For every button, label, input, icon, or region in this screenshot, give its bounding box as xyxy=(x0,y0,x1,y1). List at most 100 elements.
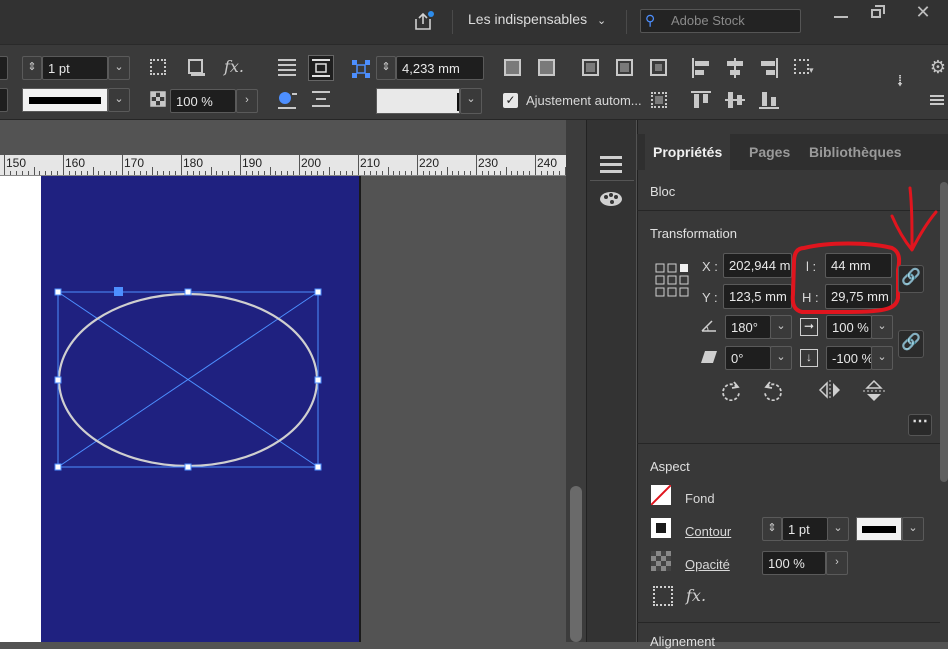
ruler-tick xyxy=(334,171,336,175)
opacity-panel-field[interactable]: 100 % xyxy=(762,551,826,575)
align-to-selection-icon[interactable]: ▾ xyxy=(792,57,814,79)
flip-horizontal-icon[interactable] xyxy=(818,379,842,401)
panel-scrollbar-thumb[interactable] xyxy=(940,182,948,482)
scale-x-field[interactable]: 100 % xyxy=(826,315,872,339)
fit-frame-icon[interactable] xyxy=(502,57,524,79)
ruler-tick xyxy=(245,171,247,175)
scale-x-dropdown[interactable]: ⌄ xyxy=(871,315,893,339)
share-icon[interactable] xyxy=(412,10,434,32)
tab-libraries[interactable]: Bibliothèques xyxy=(801,134,910,170)
fill-none-swatch[interactable] xyxy=(651,485,671,505)
fx-panel-icon[interactable]: fx. xyxy=(686,586,706,605)
more-options-icon[interactable]: ⋯ xyxy=(908,414,932,436)
quick-apply-icon[interactable]: ⭭ xyxy=(890,71,910,91)
panel-menu-icon[interactable] xyxy=(928,93,946,107)
constrain-scale-chain-icon[interactable]: 🔗 xyxy=(898,330,924,358)
stroke-type-dropdown[interactable]: ⌄ xyxy=(108,88,130,112)
frame-edit-panel-icon[interactable] xyxy=(653,586,673,606)
stroke-weight-panel-dropdown[interactable]: ⌄ xyxy=(827,517,849,541)
reference-point-icon[interactable] xyxy=(350,58,372,80)
tab-pages[interactable]: Pages xyxy=(741,134,798,170)
adobe-stock-search[interactable]: ⚲ Adobe Stock xyxy=(640,9,801,33)
stroke-weight-stepper-panel[interactable]: ⇕ xyxy=(762,517,782,541)
wrap-object-icon[interactable] xyxy=(276,89,298,111)
ruler-tick xyxy=(346,171,348,175)
x-position-field[interactable]: 202,944 mm xyxy=(723,253,792,278)
frame-edit-icon[interactable] xyxy=(148,57,170,79)
stroke-weight-stepper[interactable]: ⇕ xyxy=(22,56,42,80)
properties-panel-icon[interactable] xyxy=(598,154,624,174)
shadow-icon[interactable] xyxy=(186,57,208,79)
constrain-proportions-chain-icon[interactable]: 🔗 xyxy=(898,265,924,293)
reference-point-grid-icon[interactable] xyxy=(655,263,689,297)
text-wrap-box-icon[interactable] xyxy=(308,55,334,81)
search-icon: ⚲ xyxy=(645,12,656,28)
workspace-switcher[interactable]: Les indispensables ⌄ xyxy=(468,11,606,33)
ruler-tick xyxy=(63,155,64,175)
scale-y-dropdown[interactable]: ⌄ xyxy=(871,346,893,370)
offset-field[interactable]: 4,233 mm xyxy=(396,56,484,80)
stroke-weight-dropdown[interactable]: ⌄ xyxy=(108,56,130,80)
align-left-icon[interactable] xyxy=(690,57,712,79)
ruler-tick xyxy=(110,171,112,175)
y-label: Y : xyxy=(702,290,718,305)
align-top-icon[interactable] xyxy=(690,89,712,111)
fit-content-prop-icon[interactable] xyxy=(536,57,558,79)
stroke-type-panel-select[interactable] xyxy=(856,517,902,541)
text-wrap-icon[interactable] xyxy=(276,57,298,79)
stroke-swatch[interactable] xyxy=(651,518,671,538)
ruler-tick xyxy=(417,155,418,175)
align-right-icon[interactable] xyxy=(758,57,780,79)
ruler-tick xyxy=(181,155,182,175)
center-content-icon[interactable] xyxy=(614,57,636,79)
offset-stepper[interactable]: ⇕ xyxy=(376,56,396,80)
rotation-field[interactable]: 180° xyxy=(725,315,771,339)
minimize-icon[interactable] xyxy=(826,4,856,24)
rotate-counterclockwise-icon[interactable] xyxy=(762,379,784,402)
align-center-v-icon[interactable] xyxy=(724,89,746,111)
tab-properties[interactable]: Propriétés xyxy=(645,134,731,170)
partial-field[interactable] xyxy=(0,56,8,80)
opacity-icon[interactable] xyxy=(148,89,170,111)
flip-vertical-icon[interactable] xyxy=(862,379,886,403)
opacity-field[interactable]: 100 % xyxy=(170,89,236,113)
stroke-label-link[interactable]: Contour xyxy=(685,524,731,539)
search-input[interactable]: Adobe Stock xyxy=(671,13,745,28)
stroke-weight-panel-field[interactable]: 1 pt xyxy=(782,517,828,541)
align-bottom-icon[interactable] xyxy=(758,89,780,111)
horizontal-ruler[interactable]: 150 160 170 180 190 200 210 220 230 240 xyxy=(0,155,590,176)
shear-dropdown[interactable]: ⌄ xyxy=(770,346,792,370)
rotation-dropdown[interactable]: ⌄ xyxy=(770,315,792,339)
frame-style-dropdown[interactable]: ⌄ xyxy=(460,88,482,114)
stroke-type-panel-dropdown[interactable]: ⌄ xyxy=(902,517,924,541)
scrollbar-thumb[interactable] xyxy=(570,486,582,642)
opacity-label-link[interactable]: Opacité xyxy=(685,557,730,572)
y-position-field[interactable]: 123,5 mm xyxy=(723,284,792,309)
ruler-tick xyxy=(358,155,359,175)
stroke-type-select[interactable] xyxy=(22,88,108,112)
fill-frame-icon[interactable] xyxy=(580,57,602,79)
ruler-tick xyxy=(493,171,495,175)
swatches-palette-icon[interactable] xyxy=(598,188,624,208)
partial-field[interactable] xyxy=(0,88,8,112)
frame-style-field[interactable] xyxy=(376,88,460,114)
autofit-checkbox[interactable]: ✓ xyxy=(503,93,518,108)
ruler-tick xyxy=(45,171,47,175)
stroke-weight-field[interactable]: 1 pt xyxy=(42,56,108,80)
opacity-arrow-button[interactable]: › xyxy=(236,89,258,113)
ruler-tick xyxy=(428,171,430,175)
shear-field[interactable]: 0° xyxy=(725,346,771,370)
opacity-panel-arrow[interactable]: › xyxy=(826,551,848,575)
adjacent-page xyxy=(0,176,41,642)
close-icon[interactable]: ✕ xyxy=(906,0,940,24)
selected-ellipse-frame[interactable] xyxy=(50,285,328,475)
fx-icon[interactable]: fx. xyxy=(222,57,246,77)
align-center-h-icon[interactable] xyxy=(724,57,746,79)
wrap-jump-icon[interactable] xyxy=(310,89,332,111)
restore-icon[interactable] xyxy=(862,4,892,24)
content-aware-fit-icon[interactable] xyxy=(648,57,670,79)
fit-content-icon[interactable] xyxy=(648,89,670,111)
rotate-clockwise-icon[interactable] xyxy=(720,379,742,402)
scale-y-field[interactable]: -100 % xyxy=(826,346,872,370)
settings-gear-icon[interactable]: ⚙ xyxy=(928,57,948,77)
